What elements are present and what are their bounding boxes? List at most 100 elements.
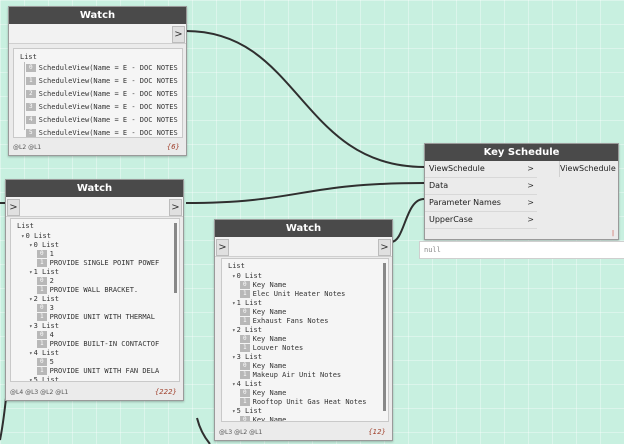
port-label: ViewSchedule bbox=[429, 164, 485, 173]
item-value: 1 List bbox=[33, 268, 59, 276]
list-item: 3 ScheduleView(Name = E - DOC NOTES bbox=[26, 102, 178, 112]
expand-caret-icon[interactable]: ▾ bbox=[29, 350, 33, 357]
port-arrow: > bbox=[527, 198, 534, 207]
input-port[interactable]: > bbox=[7, 199, 20, 216]
watch-node-1[interactable]: Watch > List 0 ScheduleView(Name = E - DO… bbox=[8, 6, 187, 156]
expand-caret-icon[interactable]: ▾ bbox=[29, 323, 33, 330]
item-count: {12} bbox=[368, 428, 386, 436]
expand-caret-icon[interactable]: ▾ bbox=[29, 377, 33, 381]
output-port[interactable]: > bbox=[169, 199, 182, 216]
item-index: 4 bbox=[26, 116, 36, 124]
port-label: UpperCase bbox=[429, 215, 473, 224]
scrollbar[interactable] bbox=[383, 263, 386, 411]
output-port[interactable]: > bbox=[378, 239, 391, 256]
item-value: 0 List bbox=[33, 241, 59, 249]
expand-caret-icon[interactable]: ▾ bbox=[232, 327, 236, 334]
input-port-viewschedule[interactable]: ViewSchedule > bbox=[425, 161, 537, 178]
item-value: 1 bbox=[49, 250, 54, 258]
item-index: 1 bbox=[37, 259, 47, 267]
node-title[interactable]: Watch bbox=[215, 220, 392, 237]
item-value: 0 List bbox=[236, 272, 262, 280]
wire-keyschedule-to-watch3 bbox=[390, 198, 425, 243]
expand-caret-icon[interactable]: ▾ bbox=[232, 273, 236, 280]
input-port[interactable]: > bbox=[216, 239, 229, 256]
item-value: 2 List bbox=[33, 295, 59, 303]
expand-caret-icon[interactable]: ▾ bbox=[232, 300, 236, 307]
expand-caret-icon[interactable]: ▾ bbox=[29, 269, 33, 276]
expand-caret-icon[interactable]: ▾ bbox=[29, 242, 33, 249]
watch-node-3[interactable]: Watch > > List ▾0 List 0 Key Name 1 Elec Uni… bbox=[214, 219, 393, 441]
item-index: 0 bbox=[26, 64, 36, 72]
port-arrow: > bbox=[527, 164, 534, 173]
item-value: 0 List bbox=[25, 232, 51, 240]
wire-watch1-to-viewschedule bbox=[185, 30, 425, 168]
expand-caret-icon[interactable]: ▾ bbox=[29, 296, 33, 303]
item-value: 2 List bbox=[236, 326, 262, 334]
item-index: 0 bbox=[37, 277, 47, 285]
list-root: List bbox=[17, 222, 34, 230]
watch-preview[interactable]: List ▾0 List 0 Key Name 1 Elec Unit Heater N… bbox=[221, 258, 389, 422]
item-index: 0 bbox=[240, 308, 250, 316]
wire-offscreen-bottom bbox=[196, 417, 211, 444]
port-row: > > bbox=[215, 237, 392, 257]
item-index: 5 bbox=[26, 129, 36, 137]
item-index: 0 bbox=[37, 304, 47, 312]
scrollbar[interactable] bbox=[174, 223, 177, 293]
status-marker: | bbox=[611, 230, 614, 237]
list-item: 0 ScheduleView(Name = E - DOC NOTES bbox=[26, 63, 178, 73]
watch-preview[interactable]: List 0 ScheduleView(Name = E - DOC NOTES 1… bbox=[13, 48, 183, 138]
item-index: 0 bbox=[240, 281, 250, 289]
watch-footer: @L4 @L3 @L2 @L1 {222} bbox=[6, 385, 183, 400]
input-port-data[interactable]: Data > bbox=[425, 178, 537, 195]
wire-watch2-to-data bbox=[185, 182, 425, 204]
list-levels: @L4 @L3 @L2 @L1 bbox=[10, 389, 69, 396]
key-schedule-node[interactable]: Key Schedule ViewSchedule > Data > Param… bbox=[424, 143, 619, 240]
input-port-uppercase[interactable]: UpperCase > bbox=[425, 212, 537, 229]
item-index: 1 bbox=[37, 340, 47, 348]
node-title[interactable]: Watch bbox=[6, 180, 183, 197]
port-arrow: > bbox=[527, 181, 534, 190]
item-value: ScheduleView(Name = E - DOC NOTES bbox=[38, 64, 178, 72]
item-value: ScheduleView(Name = E - DOC NOTES bbox=[38, 90, 178, 98]
expand-caret-icon[interactable]: ▾ bbox=[21, 233, 25, 240]
node-title[interactable]: Watch bbox=[9, 7, 186, 24]
item-index: 0 bbox=[240, 389, 250, 397]
item-value: Key Name bbox=[252, 362, 287, 370]
expand-caret-icon[interactable]: ▾ bbox=[232, 408, 236, 415]
output-port-viewschedule[interactable]: ViewSchedule bbox=[559, 161, 617, 177]
item-value: Elec Unit Heater Notes bbox=[252, 290, 346, 298]
list-levels: @L3 @L2 @L1 bbox=[219, 429, 263, 436]
item-index: 1 bbox=[37, 367, 47, 375]
expand-caret-icon[interactable]: ▾ bbox=[232, 381, 236, 388]
item-value: PROVIDE SINGLE POINT POWEF bbox=[49, 259, 160, 267]
watch-preview[interactable]: List ▾0 List ▾0 List 0 1 1 PROVIDE SINGLE POI… bbox=[10, 218, 180, 382]
tree-guide bbox=[24, 62, 25, 130]
item-value: 3 List bbox=[33, 322, 59, 330]
item-value: PROVIDE WALL BRACKET. bbox=[49, 286, 139, 294]
item-value: 1 List bbox=[236, 299, 262, 307]
item-value: 5 List bbox=[236, 407, 262, 415]
list-root: List bbox=[20, 53, 37, 61]
list-item: 4 ScheduleView(Name = E - DOC NOTES bbox=[26, 115, 178, 125]
item-value: Key Name bbox=[252, 281, 287, 289]
list-node[interactable]: ▾5 List bbox=[29, 375, 59, 381]
node-title[interactable]: Key Schedule bbox=[425, 144, 618, 161]
item-index: 0 bbox=[37, 250, 47, 258]
item-index: 1 bbox=[240, 344, 250, 352]
input-port-parameter-names[interactable]: Parameter Names > bbox=[425, 195, 537, 212]
port-label: Parameter Names bbox=[429, 198, 501, 207]
input-ports: ViewSchedule > Data > Parameter Names > … bbox=[425, 161, 537, 229]
item-value: 2 bbox=[49, 277, 54, 285]
item-index: 1 bbox=[26, 77, 36, 85]
expand-caret-icon[interactable]: ▾ bbox=[232, 354, 236, 361]
item-value: 4 List bbox=[236, 380, 262, 388]
watch-node-2[interactable]: Watch > > List ▾0 List ▾0 List 0 1 1 PROVIDE … bbox=[5, 179, 184, 401]
item-value: 3 List bbox=[236, 353, 262, 361]
port-arrow: > bbox=[527, 215, 534, 224]
item-value: Louver Notes bbox=[252, 344, 304, 352]
item-index: 0 bbox=[37, 331, 47, 339]
item-value: PROVIDE UNIT WITH FAN DELA bbox=[49, 367, 160, 375]
output-port[interactable]: > bbox=[172, 26, 185, 43]
item-count: {222} bbox=[154, 388, 177, 396]
watch-footer: @L3 @L2 @L1 {12} bbox=[215, 425, 392, 440]
